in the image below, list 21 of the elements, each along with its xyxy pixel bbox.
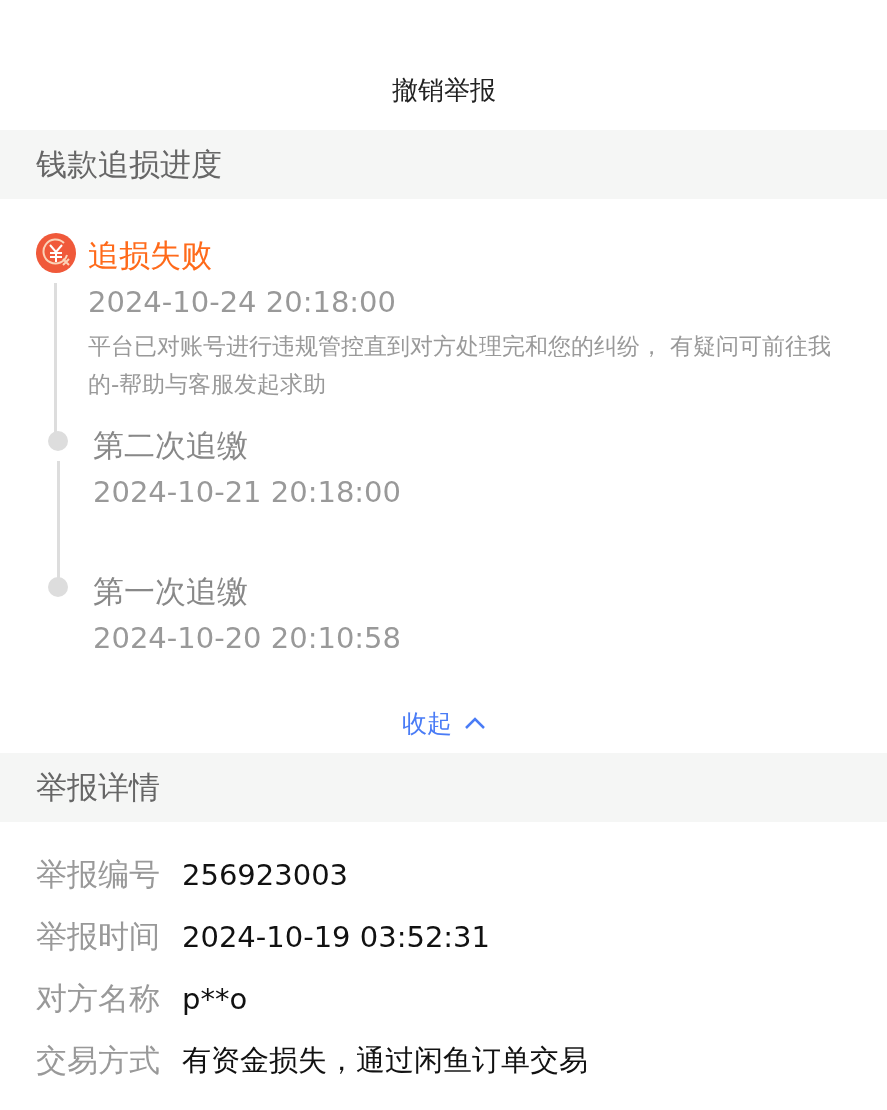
revoke-report-button[interactable]: 撤销举报: [383, 69, 504, 112]
detail-label: 交易方式: [36, 1041, 160, 1080]
section-title: 钱款追损进度: [36, 144, 222, 184]
step-title: 第二次追缴: [93, 426, 249, 465]
detail-label: 举报编号: [36, 855, 160, 894]
detail-value: 2024-10-19 03:52:31: [182, 920, 490, 954]
detail-label: 举报时间: [36, 917, 160, 956]
yuan-coin-icon: [36, 233, 76, 273]
collapse-link[interactable]: 收起: [401, 706, 486, 740]
section-title: 举报详情: [36, 767, 160, 807]
step-time: 2024-10-21 20:18:00: [93, 474, 402, 511]
detail-value: 有资金损失，通过闲鱼订单交易: [182, 1042, 588, 1079]
step-title: 第一次追缴: [93, 572, 249, 611]
step-time: 2024-10-20 20:10:58: [93, 620, 402, 657]
detail-label: 对方名称: [36, 979, 160, 1018]
chevron-up-icon: [463, 716, 486, 730]
step-title: 追损失败: [88, 236, 213, 275]
detail-value: p**o: [182, 982, 248, 1016]
step-description: 平台已对账号进行违规管控直到对方处理完和您的纠纷， 有疑问可前往我的-帮助与客服发起求助: [88, 332, 833, 399]
detail-value: 256923003: [182, 858, 349, 892]
step-time: 2024-10-24 20:18:00: [88, 284, 397, 321]
